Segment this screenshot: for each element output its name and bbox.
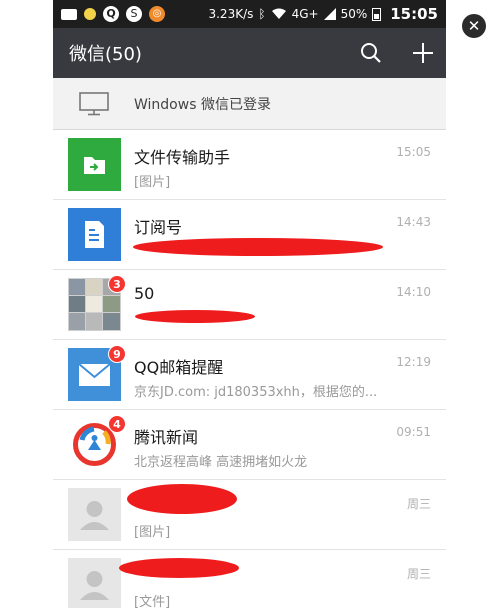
chat-name: 订阅号 (134, 218, 183, 237)
desktop-monitor-icon (79, 91, 109, 116)
chat-item-file-transfer[interactable]: 文件传输助手 [图片] 15:05 (53, 130, 446, 200)
chat-item-subscriptions[interactable]: 订阅号 14:43 (53, 200, 446, 270)
subscription-doc-icon (68, 208, 121, 261)
default-user-icon (68, 488, 121, 541)
bluetooth-icon: ᛒ (258, 7, 266, 21)
chat-time: 14:10 (396, 285, 431, 299)
file-transfer-icon (68, 138, 121, 191)
chat-preview: [文件] (134, 595, 171, 608)
phone-screen: Q S ◎ 3.23K/s ᛒ 4G+ 50% 15:05 微信(50) Win… (53, 0, 446, 608)
plus-icon[interactable] (412, 42, 434, 64)
chat-name: 50 (134, 284, 155, 303)
redaction-mark (127, 484, 237, 514)
chat-time: 周三 (406, 567, 431, 581)
signal-icon (323, 8, 336, 20)
chat-name: QQ邮箱提醒 (134, 358, 224, 377)
chat-preview: 京东JD.com: jd180353xhh，根据您的... (134, 385, 378, 400)
battery-percent: 50% (340, 7, 368, 21)
unread-badge: 4 (108, 415, 126, 433)
unread-badge: 3 (108, 275, 126, 293)
chat-item-qq-mail[interactable]: 9 QQ邮箱提醒 京东JD.com: jd180353xhh，根据您的... 1… (53, 340, 446, 410)
chat-preview: [图片] (134, 525, 171, 540)
page-title: 微信(50) (69, 44, 142, 65)
network-speed: 3.23K/s (208, 7, 254, 21)
chat-time: 周三 (406, 497, 431, 511)
redaction-mark (135, 310, 255, 323)
orange-app-icon: ◎ (149, 6, 165, 22)
wifi-icon (271, 8, 286, 19)
yellow-dot-icon (84, 8, 96, 20)
windows-login-notice[interactable]: Windows 微信已登录 (53, 78, 446, 130)
chat-time: 12:19 (396, 355, 431, 369)
chat-name: 文件传输助手 (134, 148, 231, 167)
status-bar: Q S ◎ 3.23K/s ᛒ 4G+ 50% 15:05 (53, 0, 446, 28)
s-app-icon: S (126, 6, 142, 22)
clock-time: 15:05 (390, 5, 438, 23)
chat-item-group-50[interactable]: 3 50 14:10 (53, 270, 446, 340)
chat-preview: 北京返程高峰 高速拥堵如火龙 (134, 455, 308, 470)
app-header: 微信(50) (53, 28, 446, 78)
chat-preview: [图片] (134, 175, 171, 190)
network-type: 4G+ (291, 7, 319, 21)
mail-notification-icon (61, 8, 77, 20)
q-app-icon: Q (103, 6, 119, 22)
default-user-icon (68, 558, 121, 608)
close-button[interactable]: ✕ (462, 14, 486, 38)
redaction-mark (133, 238, 383, 256)
chat-item-tencent-news[interactable]: 4 腾讯新闻 北京返程高峰 高速拥堵如火龙 09:51 (53, 410, 446, 480)
unread-badge: 9 (108, 345, 126, 363)
chat-time: 09:51 (396, 425, 431, 439)
redaction-mark (119, 558, 239, 578)
battery-icon (372, 7, 382, 21)
chat-name: 腾讯新闻 (134, 428, 199, 447)
search-icon[interactable] (360, 42, 382, 64)
chat-item-contact[interactable]: [文件] 周三 (53, 550, 446, 608)
login-notice-text: Windows 微信已登录 (134, 96, 271, 113)
chat-item-contact[interactable]: [图片] 周三 (53, 480, 446, 550)
chat-time: 15:05 (396, 145, 431, 159)
chat-time: 14:43 (396, 215, 431, 229)
